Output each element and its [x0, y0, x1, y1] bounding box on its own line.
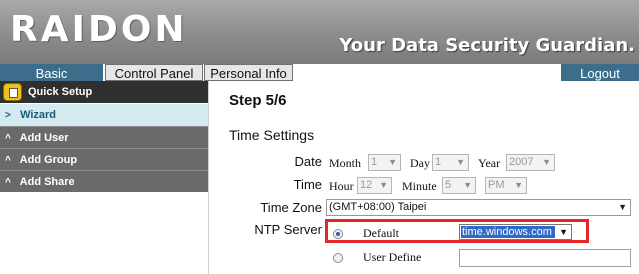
ntp-default-radio[interactable] [333, 229, 343, 239]
chevron-right-icon: > [5, 110, 11, 121]
ntp-server-label: NTP Server [254, 222, 322, 237]
logo: RAIDON [10, 9, 188, 50]
sidebar-item-add-group[interactable]: ^ Add Group [0, 148, 208, 170]
chevron-down-icon: ▼ [559, 227, 568, 237]
header-banner: RAIDON Your Data Security Guardian. [0, 0, 639, 64]
sidebar-item-label: Add Share [19, 176, 75, 188]
sidebar-item-add-user[interactable]: ^ Add User [0, 126, 208, 148]
ntp-user-define-radio[interactable] [333, 253, 343, 263]
nav-bar: Basic Control Panel Personal Info Logout [0, 64, 639, 81]
ntp-default-label: Default [363, 226, 399, 240]
tab-personal-info[interactable]: Personal Info [204, 64, 293, 81]
chevron-down-icon: ▼ [542, 157, 551, 167]
sidebar-item-add-share[interactable]: ^ Add Share [0, 170, 208, 192]
year-label: Year [478, 156, 501, 170]
chevron-down-icon: ▼ [388, 157, 397, 167]
ampm-select[interactable]: PM ▼ [485, 177, 527, 194]
tab-control-panel[interactable]: Control Panel [105, 64, 203, 81]
quick-setup-icon [3, 83, 22, 101]
ntp-server-select[interactable]: time.windows.com ▼ [459, 224, 572, 240]
section-title: Time Settings [229, 127, 315, 143]
chevron-down-icon: ▼ [456, 157, 465, 167]
chevron-down-icon: ▼ [379, 180, 388, 190]
sidebar-item-label: Add User [19, 132, 69, 144]
day-label: Day [410, 156, 430, 170]
chevron-up-icon: ^ [5, 133, 11, 144]
chevron-down-icon: ▼ [618, 202, 627, 212]
sidebar-item-wizard[interactable]: > Wizard [0, 104, 208, 126]
ntp-user-define-input[interactable] [459, 249, 631, 267]
ntp-user-define-label: User Define [363, 250, 422, 264]
chevron-up-icon: ^ [5, 155, 11, 166]
step-indicator: Step 5/6 [229, 92, 287, 109]
tab-basic[interactable]: Basic [0, 64, 103, 81]
time-label: Time [293, 177, 322, 192]
chevron-up-icon: ^ [5, 177, 11, 188]
month-label: Month [329, 156, 362, 170]
month-select[interactable]: 1 ▼ [368, 154, 401, 171]
logout-button[interactable]: Logout [561, 64, 639, 81]
hour-label: Hour [329, 179, 354, 193]
timezone-label: Time Zone [260, 200, 322, 215]
sidebar-item-label: Wizard [20, 109, 57, 121]
year-select[interactable]: 2007 ▼ [506, 154, 555, 171]
hour-select[interactable]: 12 ▼ [357, 177, 392, 194]
sidebar-section-quick-setup[interactable]: Quick Setup [0, 81, 208, 103]
timezone-select[interactable]: (GMT+08:00) Taipei ▼ [326, 199, 631, 216]
chevron-down-icon: ▼ [514, 180, 523, 190]
tagline: Your Data Security Guardian. [339, 35, 635, 56]
date-label: Date [294, 154, 322, 169]
day-select[interactable]: 1 ▼ [432, 154, 469, 171]
sidebar-section-label: Quick Setup [28, 86, 93, 98]
sidebar-item-label: Add Group [19, 154, 78, 166]
minute-select[interactable]: 5 ▼ [442, 177, 476, 194]
chevron-down-icon: ▼ [463, 180, 472, 190]
minute-label: Minute [402, 179, 437, 193]
sidebar: Quick Setup > Wizard ^ Add User ^ Add Gr… [0, 81, 209, 274]
